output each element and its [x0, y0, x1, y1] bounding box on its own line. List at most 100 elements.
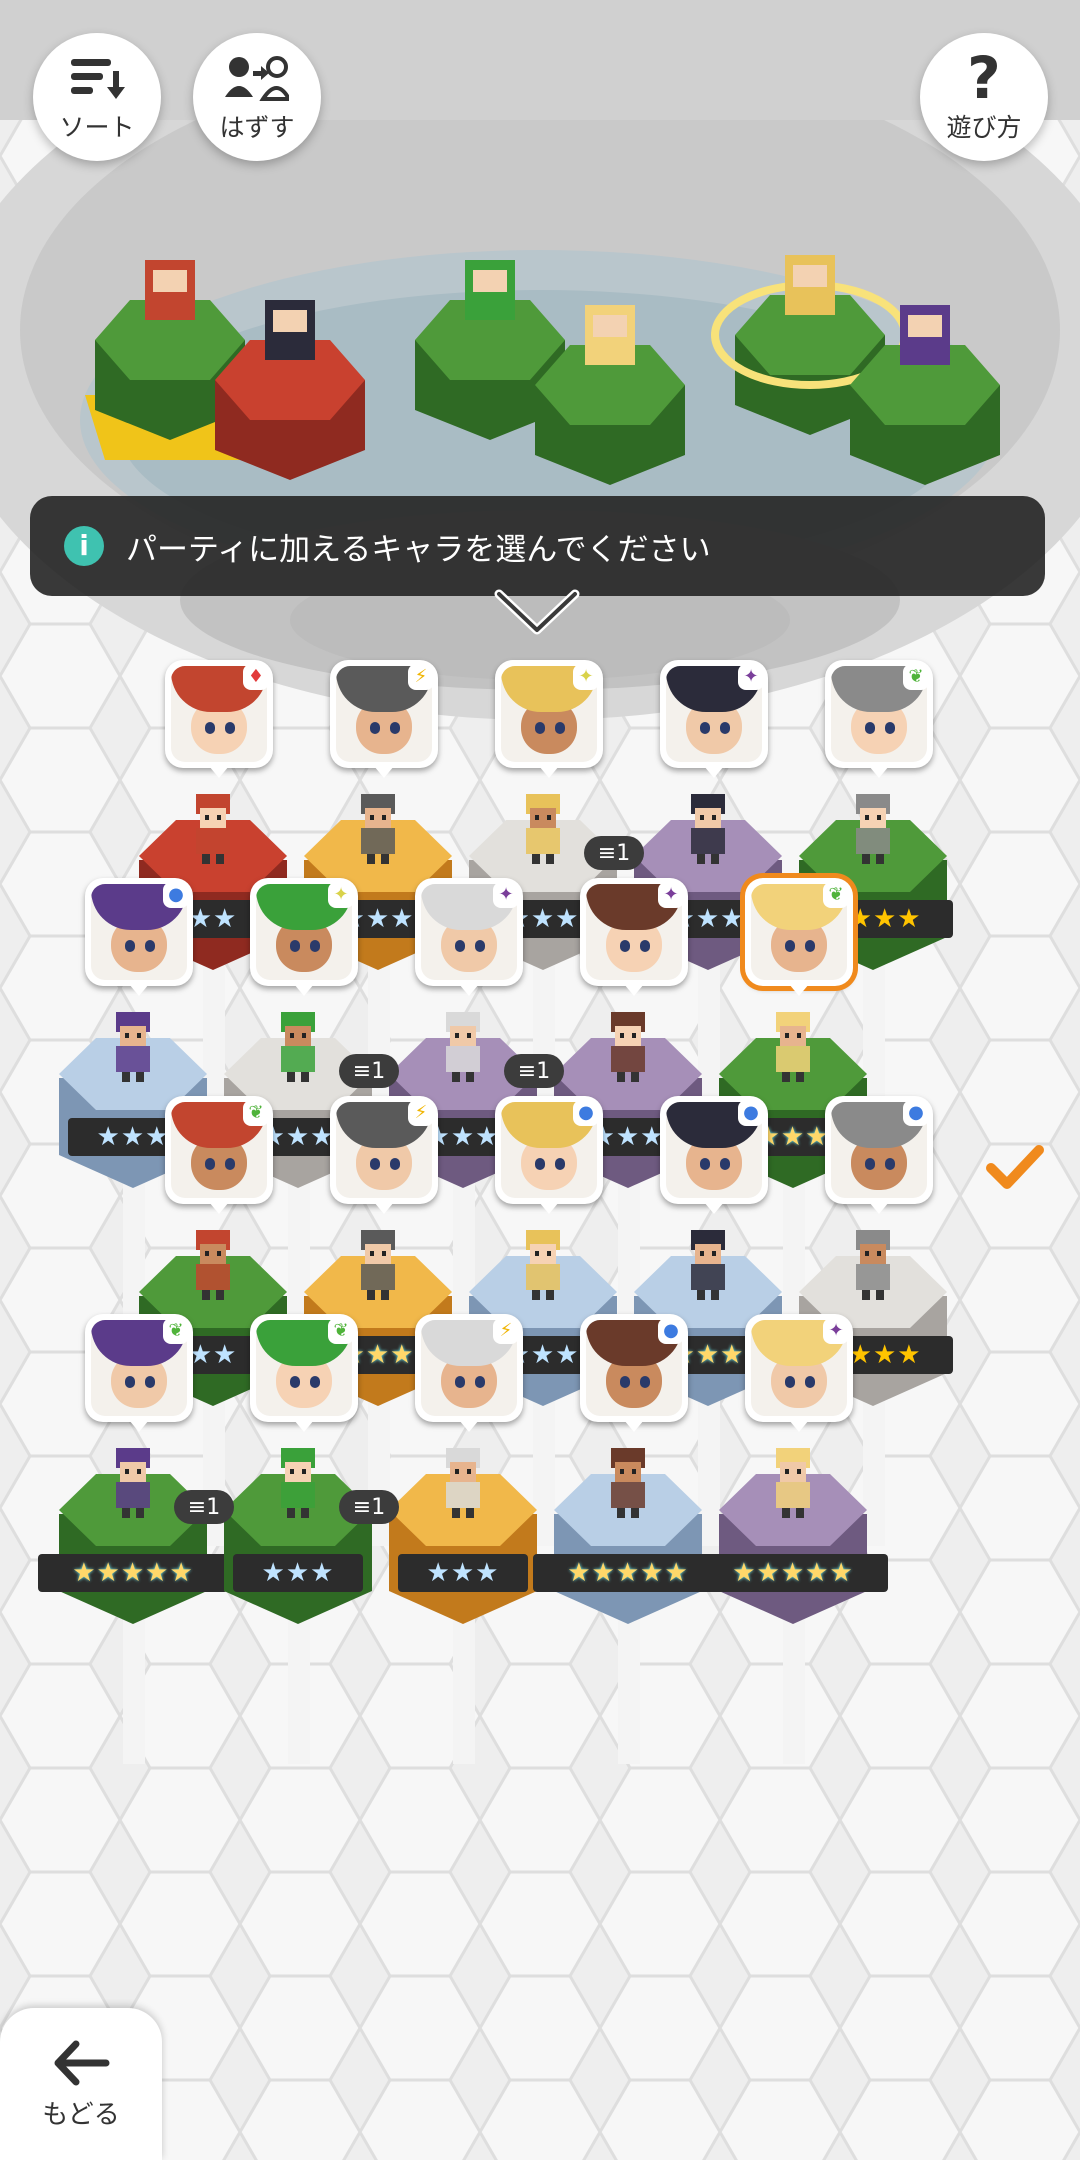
duplicate-count-badge: ≡1 — [339, 1054, 399, 1088]
character-sprite — [98, 1006, 168, 1086]
character-sprite — [178, 1224, 248, 1304]
arrow-left-icon — [54, 2040, 110, 2085]
element-wind-icon: ❦ — [243, 1100, 269, 1126]
character-sprite — [178, 788, 248, 868]
character-portrait[interactable]: ❦ — [745, 878, 853, 996]
pedestal-pole — [288, 1614, 310, 1764]
character-portrait[interactable]: ⚡ — [330, 660, 438, 778]
element-wind-icon: ❦ — [903, 664, 929, 690]
character-portrait[interactable]: ✦ — [495, 660, 603, 778]
chevron-down-icon[interactable] — [493, 588, 581, 638]
pedestal-pole — [123, 1614, 145, 1764]
character-portrait[interactable]: ✦ — [250, 878, 358, 996]
duplicate-count-badge: ≡1 — [504, 1054, 564, 1088]
help-label: 遊び方 — [946, 113, 1022, 142]
party-character-sprite — [465, 260, 515, 320]
character-portrait[interactable]: ● — [495, 1096, 603, 1214]
character-portrait[interactable]: ♦ — [165, 660, 273, 778]
character-portrait[interactable]: ● — [825, 1096, 933, 1214]
party-character-sprite — [585, 305, 635, 365]
party-character-sprite — [265, 300, 315, 360]
pedestal-pole — [453, 1614, 475, 1764]
character-sprite — [428, 1442, 498, 1522]
party-character-sprite — [145, 260, 195, 320]
character-portrait[interactable]: ❦ — [250, 1314, 358, 1432]
duplicate-count-badge: ≡1 — [339, 1490, 399, 1524]
element-water-icon: ● — [163, 882, 189, 908]
element-thunder-icon: ⚡ — [408, 664, 434, 690]
character-sprite — [263, 1006, 333, 1086]
character-sprite — [593, 1442, 663, 1522]
element-wind-icon: ❦ — [328, 1318, 354, 1344]
element-dark-icon: ✦ — [493, 882, 519, 908]
element-light-icon: ✦ — [328, 882, 354, 908]
element-wind-icon: ❦ — [163, 1318, 189, 1344]
duplicate-count-badge: ≡1 — [584, 836, 644, 870]
pedestal-pole — [783, 1614, 805, 1764]
character-sprite — [838, 788, 908, 868]
element-dark-icon: ✦ — [823, 1318, 849, 1344]
help-button[interactable]: ? 遊び方 — [920, 33, 1048, 161]
character-portrait[interactable]: ✦ — [745, 1314, 853, 1432]
remove-member-icon — [225, 50, 289, 106]
character-sprite — [508, 788, 578, 868]
back-label: もどる — [42, 2099, 120, 2130]
instruction-banner: i パーティに加えるキャラを選んでください — [30, 496, 1045, 596]
character-portrait[interactable]: ❦ — [825, 660, 933, 778]
duplicate-count-badge: ≡1 — [174, 1490, 234, 1524]
character-sprite — [98, 1442, 168, 1522]
element-water-icon: ● — [738, 1100, 764, 1126]
character-portrait[interactable]: ❦ — [85, 1314, 193, 1432]
party-slot[interactable] — [215, 300, 365, 480]
character-portrait[interactable]: ⚡ — [415, 1314, 523, 1432]
character-sprite — [508, 1224, 578, 1304]
character-portrait[interactable]: ✦ — [415, 878, 523, 996]
element-thunder-icon: ⚡ — [493, 1318, 519, 1344]
character-portrait[interactable]: ✦ — [580, 878, 688, 996]
character-sprite — [593, 1006, 663, 1086]
rarity-stars: ★★★★★ — [38, 1554, 228, 1592]
pedestal-pole — [618, 1614, 640, 1764]
character-portrait[interactable]: ● — [660, 1096, 768, 1214]
rarity-stars: ★★★ — [233, 1554, 363, 1592]
element-water-icon: ● — [658, 1318, 684, 1344]
character-portrait[interactable]: ⚡ — [330, 1096, 438, 1214]
rarity-stars: ★★★★★ — [698, 1554, 888, 1592]
character-sprite — [673, 788, 743, 868]
character-sprite — [758, 1006, 828, 1086]
element-water-icon: ● — [573, 1100, 599, 1126]
sort-button[interactable]: ソート — [33, 33, 161, 161]
element-wind-icon: ❦ — [823, 882, 849, 908]
rarity-stars: ★★★ — [398, 1554, 528, 1592]
element-light-icon: ✦ — [573, 664, 599, 690]
character-portrait[interactable]: ● — [580, 1314, 688, 1432]
party-character-sprite — [900, 305, 950, 365]
question-mark-icon: ? — [967, 44, 1001, 112]
character-sprite — [428, 1006, 498, 1086]
game-scene: ★★ ♦ ★★★ ⚡ ★★★ ✦ ★★★ ≡1 ✦ ★★★★ ❦ ★★★ ● ★★★ ✦ ★★★ ≡1 ✦ ★★★ ≡… — [0, 0, 1080, 2160]
character-portrait[interactable]: ❦ — [165, 1096, 273, 1214]
element-water-icon: ● — [903, 1100, 929, 1126]
sort-icon — [65, 50, 129, 106]
check-icon — [986, 1145, 1044, 1189]
remove-button[interactable]: はずす — [193, 33, 321, 161]
character-sprite — [838, 1224, 908, 1304]
character-portrait[interactable]: ● — [85, 878, 193, 996]
sort-label: ソート — [59, 113, 135, 142]
back-button[interactable]: もどる — [0, 2008, 162, 2160]
character-portrait[interactable]: ✦ — [660, 660, 768, 778]
remove-label: はずす — [219, 113, 295, 142]
character-sprite — [758, 1442, 828, 1522]
character-sprite — [343, 788, 413, 868]
element-fire-icon: ♦ — [243, 664, 269, 690]
character-sprite — [673, 1224, 743, 1304]
element-dark-icon: ✦ — [738, 664, 764, 690]
party-character-sprite — [785, 255, 835, 315]
rarity-stars: ★★★★★ — [533, 1554, 723, 1592]
element-dark-icon: ✦ — [658, 882, 684, 908]
info-icon: i — [64, 526, 104, 566]
party-stage — [85, 255, 1000, 485]
element-thunder-icon: ⚡ — [408, 1100, 434, 1126]
character-sprite — [343, 1224, 413, 1304]
instruction-text: パーティに加えるキャラを選んでください — [126, 531, 711, 568]
